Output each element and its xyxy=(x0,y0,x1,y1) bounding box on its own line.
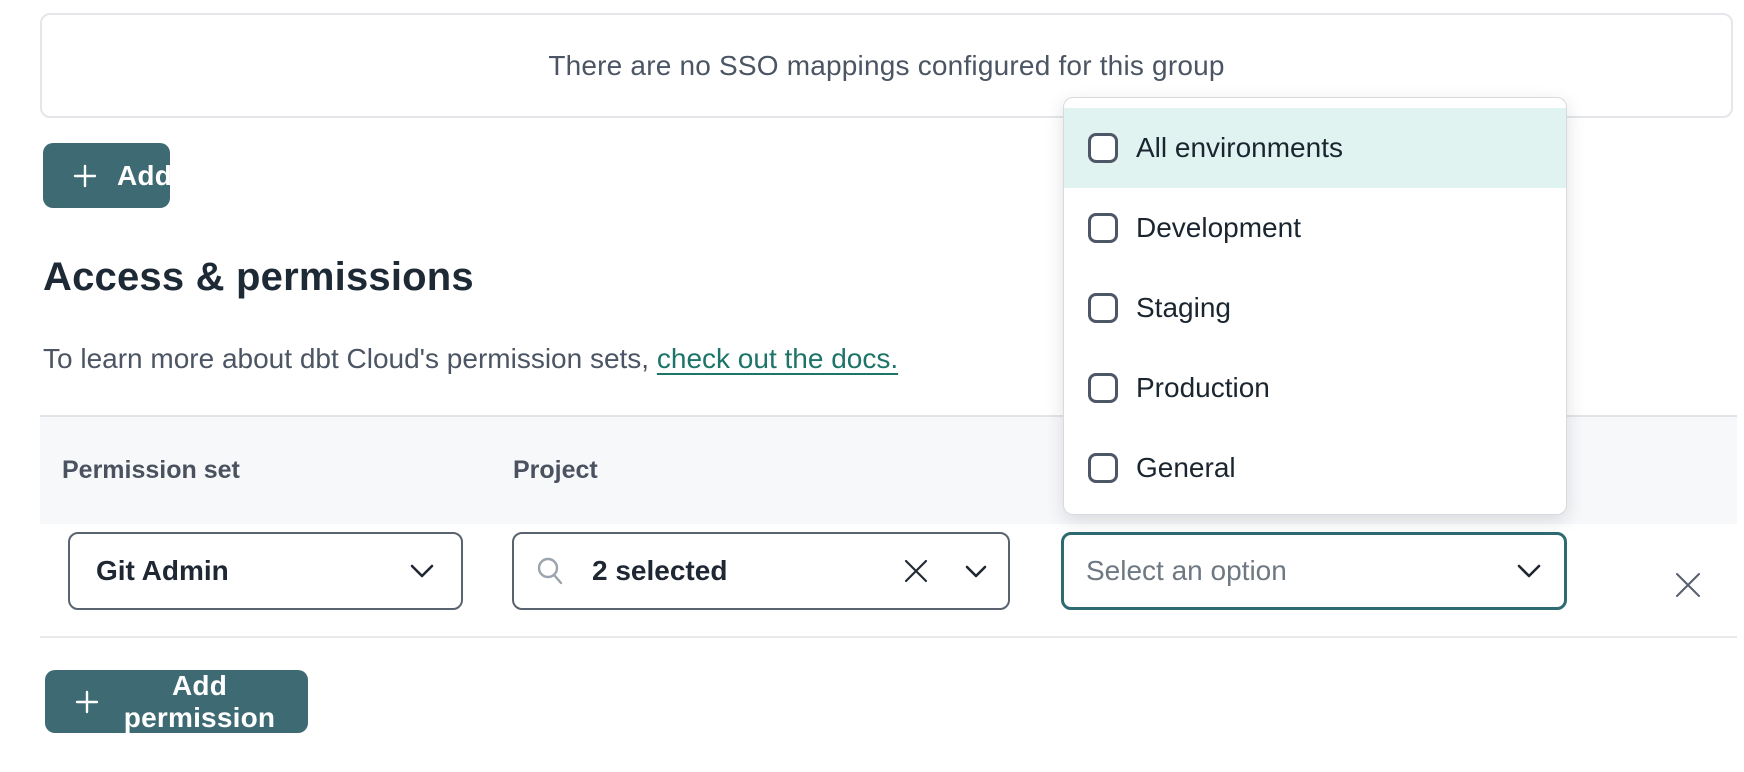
option-label: Production xyxy=(1136,372,1270,404)
plus-icon xyxy=(73,688,101,716)
chevron-down-icon xyxy=(409,563,435,579)
page-title: Access & permissions xyxy=(43,255,474,300)
dropdown-option-general[interactable]: General xyxy=(1064,428,1566,508)
add-permission-label: Add permission xyxy=(119,670,280,734)
checkbox-unchecked-icon[interactable] xyxy=(1088,453,1118,483)
sso-empty-message: There are no SSO mappings configured for… xyxy=(548,50,1224,82)
add-permission-button[interactable]: Add permission xyxy=(45,670,308,733)
add-sso-mapping-button[interactable]: Add xyxy=(43,143,170,208)
description-text: To learn more about dbt Cloud's permissi… xyxy=(43,343,657,374)
dropdown-option-development[interactable]: Development xyxy=(1064,188,1566,268)
permission-table-row: Git Admin 2 selected Select an option xyxy=(40,524,1737,638)
group-settings-page: There are no SSO mappings configured for… xyxy=(0,0,1744,772)
dropdown-option-production[interactable]: Production xyxy=(1064,348,1566,428)
remove-row-button[interactable] xyxy=(1660,557,1716,613)
chevron-down-icon xyxy=(964,564,988,579)
option-label: Staging xyxy=(1136,292,1231,324)
remove-x-icon xyxy=(1673,570,1703,600)
column-header-permission-set: Permission set xyxy=(62,456,240,485)
project-selected-value: 2 selected xyxy=(592,555,727,587)
option-label: All environments xyxy=(1136,132,1343,164)
plus-icon xyxy=(71,162,99,190)
clear-selection-icon[interactable] xyxy=(902,557,930,585)
docs-link[interactable]: check out the docs. xyxy=(657,343,898,374)
checkbox-unchecked-icon[interactable] xyxy=(1088,293,1118,323)
permission-set-select[interactable]: Git Admin xyxy=(68,532,463,610)
dropdown-option-all-environments[interactable]: All environments xyxy=(1064,108,1566,188)
option-label: Development xyxy=(1136,212,1301,244)
project-multiselect[interactable]: 2 selected xyxy=(512,532,1010,610)
checkbox-unchecked-icon[interactable] xyxy=(1088,133,1118,163)
chevron-down-icon xyxy=(1516,563,1542,579)
search-icon xyxy=(534,555,566,587)
add-button-label: Add xyxy=(117,160,172,192)
permissions-description: To learn more about dbt Cloud's permissi… xyxy=(43,343,898,375)
dropdown-option-staging[interactable]: Staging xyxy=(1064,268,1566,348)
checkbox-unchecked-icon[interactable] xyxy=(1088,213,1118,243)
checkbox-unchecked-icon[interactable] xyxy=(1088,373,1118,403)
permission-set-value: Git Admin xyxy=(96,555,229,587)
option-label: General xyxy=(1136,452,1236,484)
column-header-project: Project xyxy=(513,456,598,485)
environment-dropdown-panel: All environments Development Staging Pro… xyxy=(1063,97,1567,515)
environment-placeholder: Select an option xyxy=(1086,555,1287,587)
environment-select[interactable]: Select an option xyxy=(1061,532,1567,610)
